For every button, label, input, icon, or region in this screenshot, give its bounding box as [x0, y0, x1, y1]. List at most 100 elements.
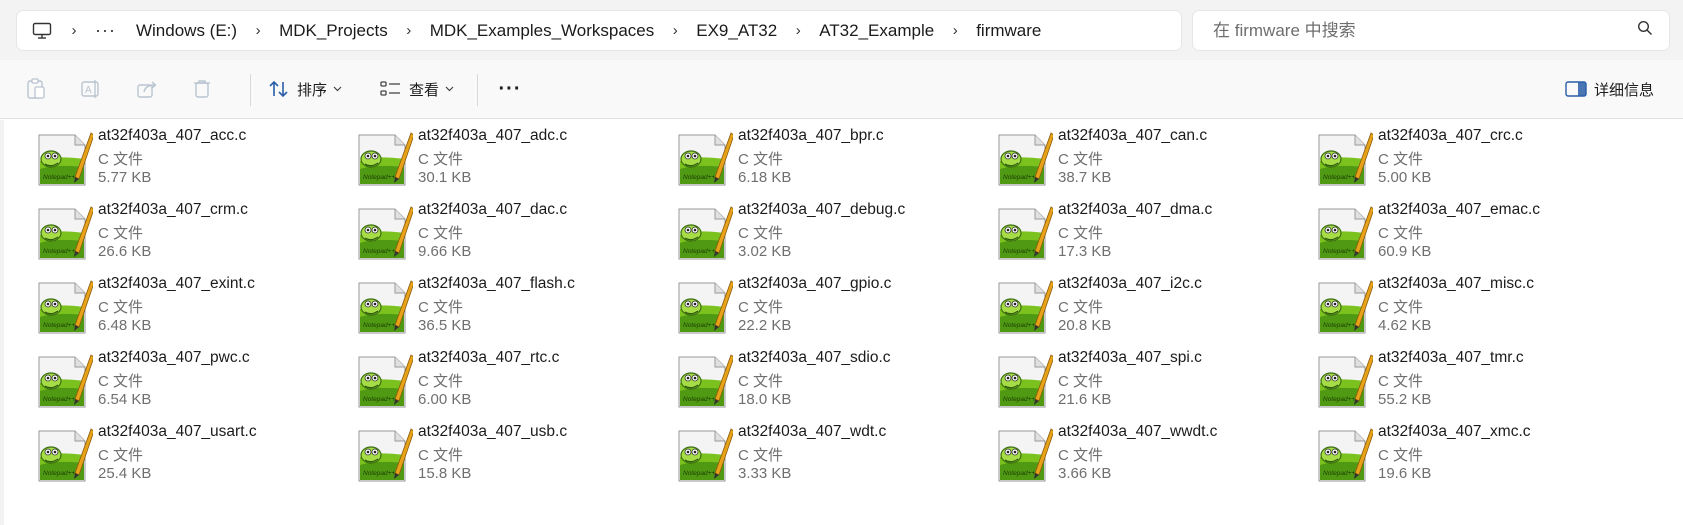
file-item[interactable]: Notepad++ at32f403a_407_flash.c C 文件 36.… [355, 273, 655, 339]
view-icon [380, 81, 400, 96]
file-item[interactable]: Notepad++ at32f403a_407_gpio.c C 文件 22.2… [675, 273, 975, 339]
svg-text:Notepad++: Notepad++ [1003, 396, 1035, 403]
paste-button[interactable] [16, 69, 56, 109]
file-item[interactable]: Notepad++ at32f403a_407_i2c.c C 文件 20.8 … [995, 273, 1295, 339]
search-icon[interactable] [1637, 20, 1653, 41]
svg-text:Notepad++: Notepad++ [1003, 322, 1035, 329]
notepad-plus-plus-icon: Notepad++ [678, 206, 733, 260]
file-name: at32f403a_407_bpr.c [738, 127, 884, 144]
delete-button[interactable] [182, 69, 222, 109]
more-options-button[interactable]: ··· [490, 69, 530, 109]
file-size: 18.0 KB [738, 391, 792, 408]
notepad-plus-plus-icon: Notepad++ [38, 354, 93, 408]
file-item[interactable]: Notepad++ at32f403a_407_wdt.c C 文件 3.33 … [675, 421, 975, 487]
file-size: 3.33 KB [738, 465, 792, 482]
this-pc-icon[interactable] [31, 20, 53, 42]
breadcrumb-item-ex9-at32[interactable]: EX9_AT32 [696, 21, 777, 41]
notepad-plus-plus-icon: Notepad++ [998, 132, 1053, 186]
file-item[interactable]: Notepad++ at32f403a_407_sdio.c C 文件 18.0… [675, 347, 975, 413]
notepad-plus-plus-icon: Notepad++ [998, 354, 1053, 408]
notepad-plus-plus-icon: Notepad++ [358, 206, 413, 260]
svg-text:Notepad++: Notepad++ [1323, 470, 1355, 477]
view-label: 查看 [409, 81, 440, 99]
file-item[interactable]: Notepad++ at32f403a_407_pwc.c C 文件 6.54 … [35, 347, 335, 413]
file-item[interactable]: Notepad++ at32f403a_407_crc.c C 文件 5.00 … [1315, 125, 1615, 191]
file-item[interactable]: Notepad++ at32f403a_407_dac.c C 文件 9.66 … [355, 199, 655, 265]
file-name: at32f403a_407_xmc.c [1378, 423, 1531, 440]
details-pane-label: 详细信息 [1594, 81, 1655, 99]
file-size: 6.18 KB [738, 169, 792, 186]
file-size: 55.2 KB [1378, 391, 1432, 408]
file-item[interactable]: Notepad++ at32f403a_407_xmc.c C 文件 19.6 … [1315, 421, 1615, 487]
file-type: C 文件 [98, 447, 144, 464]
chevron-right-icon[interactable]: › [388, 22, 430, 39]
breadcrumb-item-at32-example[interactable]: AT32_Example [819, 21, 934, 41]
file-item[interactable]: Notepad++ at32f403a_407_acc.c C 文件 5.77 … [35, 125, 335, 191]
notepad-plus-plus-icon: Notepad++ [38, 132, 93, 186]
file-name: at32f403a_407_flash.c [418, 275, 575, 292]
file-name: at32f403a_407_dma.c [1058, 201, 1213, 218]
file-item[interactable]: Notepad++ at32f403a_407_emac.c C 文件 60.9… [1315, 199, 1615, 265]
file-type: C 文件 [1378, 151, 1424, 168]
file-type: C 文件 [1058, 299, 1104, 316]
file-item[interactable]: Notepad++ at32f403a_407_dma.c C 文件 17.3 … [995, 199, 1295, 265]
file-size: 20.8 KB [1058, 317, 1112, 334]
search-input[interactable] [1211, 19, 1637, 42]
search-box[interactable] [1193, 11, 1669, 50]
file-item[interactable]: Notepad++ at32f403a_407_debug.c C 文件 3.0… [675, 199, 975, 265]
file-item[interactable]: Notepad++ at32f403a_407_misc.c C 文件 4.62… [1315, 273, 1615, 339]
file-item[interactable]: Notepad++ at32f403a_407_rtc.c C 文件 6.00 … [355, 347, 655, 413]
notepad-plus-plus-icon: Notepad++ [678, 280, 733, 334]
chevron-right-icon[interactable]: › [53, 22, 95, 39]
file-item[interactable]: Notepad++ at32f403a_407_can.c C 文件 38.7 … [995, 125, 1295, 191]
file-size: 5.77 KB [98, 169, 152, 186]
chevron-right-icon[interactable]: › [934, 22, 976, 39]
svg-text:Notepad++: Notepad++ [43, 470, 75, 477]
view-button[interactable]: 查看 [380, 69, 454, 109]
file-size: 9.66 KB [418, 243, 472, 260]
file-item[interactable]: Notepad++ at32f403a_407_exint.c C 文件 6.4… [35, 273, 335, 339]
svg-text:Notepad++: Notepad++ [363, 470, 395, 477]
file-name: at32f403a_407_dac.c [418, 201, 568, 218]
breadcrumb[interactable]: › ··· Windows (E:) › MDK_Projects › MDK_… [17, 11, 1181, 50]
details-pane-icon [1565, 81, 1587, 97]
file-item[interactable]: Notepad++ at32f403a_407_bpr.c C 文件 6.18 … [675, 125, 975, 191]
breadcrumb-item-firmware[interactable]: firmware [976, 21, 1041, 41]
toolbar-divider [477, 74, 478, 106]
breadcrumb-overflow[interactable]: ··· [95, 20, 116, 41]
chevron-right-icon[interactable]: › [777, 22, 819, 39]
file-size: 3.66 KB [1058, 465, 1112, 482]
details-pane-button[interactable]: 详细信息 [1565, 69, 1654, 109]
rename-button[interactable]: A [71, 69, 111, 109]
rename-icon: A [81, 80, 99, 98]
chevron-right-icon[interactable]: › [654, 22, 696, 39]
file-type: C 文件 [98, 151, 144, 168]
sort-button[interactable]: 排序 [268, 69, 342, 109]
breadcrumb-item-drive[interactable]: Windows (E:) [136, 21, 237, 41]
file-name: at32f403a_407_i2c.c [1058, 275, 1202, 292]
file-item[interactable]: Notepad++ at32f403a_407_usart.c C 文件 25.… [35, 421, 335, 487]
file-name: at32f403a_407_sdio.c [738, 349, 891, 366]
breadcrumb-item-examples-workspaces[interactable]: MDK_Examples_Workspaces [430, 21, 655, 41]
file-grid: Notepad++ at32f403a_407_acc.c C 文件 5.77 … [0, 120, 1683, 525]
breadcrumb-item-mdk-projects[interactable]: MDK_Projects [279, 21, 388, 41]
file-item[interactable]: Notepad++ at32f403a_407_spi.c C 文件 21.6 … [995, 347, 1295, 413]
svg-text:Notepad++: Notepad++ [683, 322, 715, 329]
file-item[interactable]: Notepad++ at32f403a_407_tmr.c C 文件 55.2 … [1315, 347, 1615, 413]
file-size: 25.4 KB [98, 465, 152, 482]
file-size: 19.6 KB [1378, 465, 1432, 482]
file-item[interactable]: Notepad++ at32f403a_407_adc.c C 文件 30.1 … [355, 125, 655, 191]
svg-text:Notepad++: Notepad++ [1323, 174, 1355, 181]
svg-text:A: A [85, 85, 92, 96]
share-button[interactable] [127, 69, 167, 109]
file-item[interactable]: Notepad++ at32f403a_407_wwdt.c C 文件 3.66… [995, 421, 1295, 487]
file-type: C 文件 [1378, 447, 1424, 464]
file-type: C 文件 [98, 225, 144, 242]
file-size: 6.00 KB [418, 391, 472, 408]
file-item[interactable]: Notepad++ at32f403a_407_crm.c C 文件 26.6 … [35, 199, 335, 265]
chevron-right-icon[interactable]: › [237, 22, 279, 39]
file-item[interactable]: Notepad++ at32f403a_407_usb.c C 文件 15.8 … [355, 421, 655, 487]
file-name: at32f403a_407_adc.c [418, 127, 568, 144]
file-size: 4.62 KB [1378, 317, 1432, 334]
notepad-plus-plus-icon: Notepad++ [358, 132, 413, 186]
